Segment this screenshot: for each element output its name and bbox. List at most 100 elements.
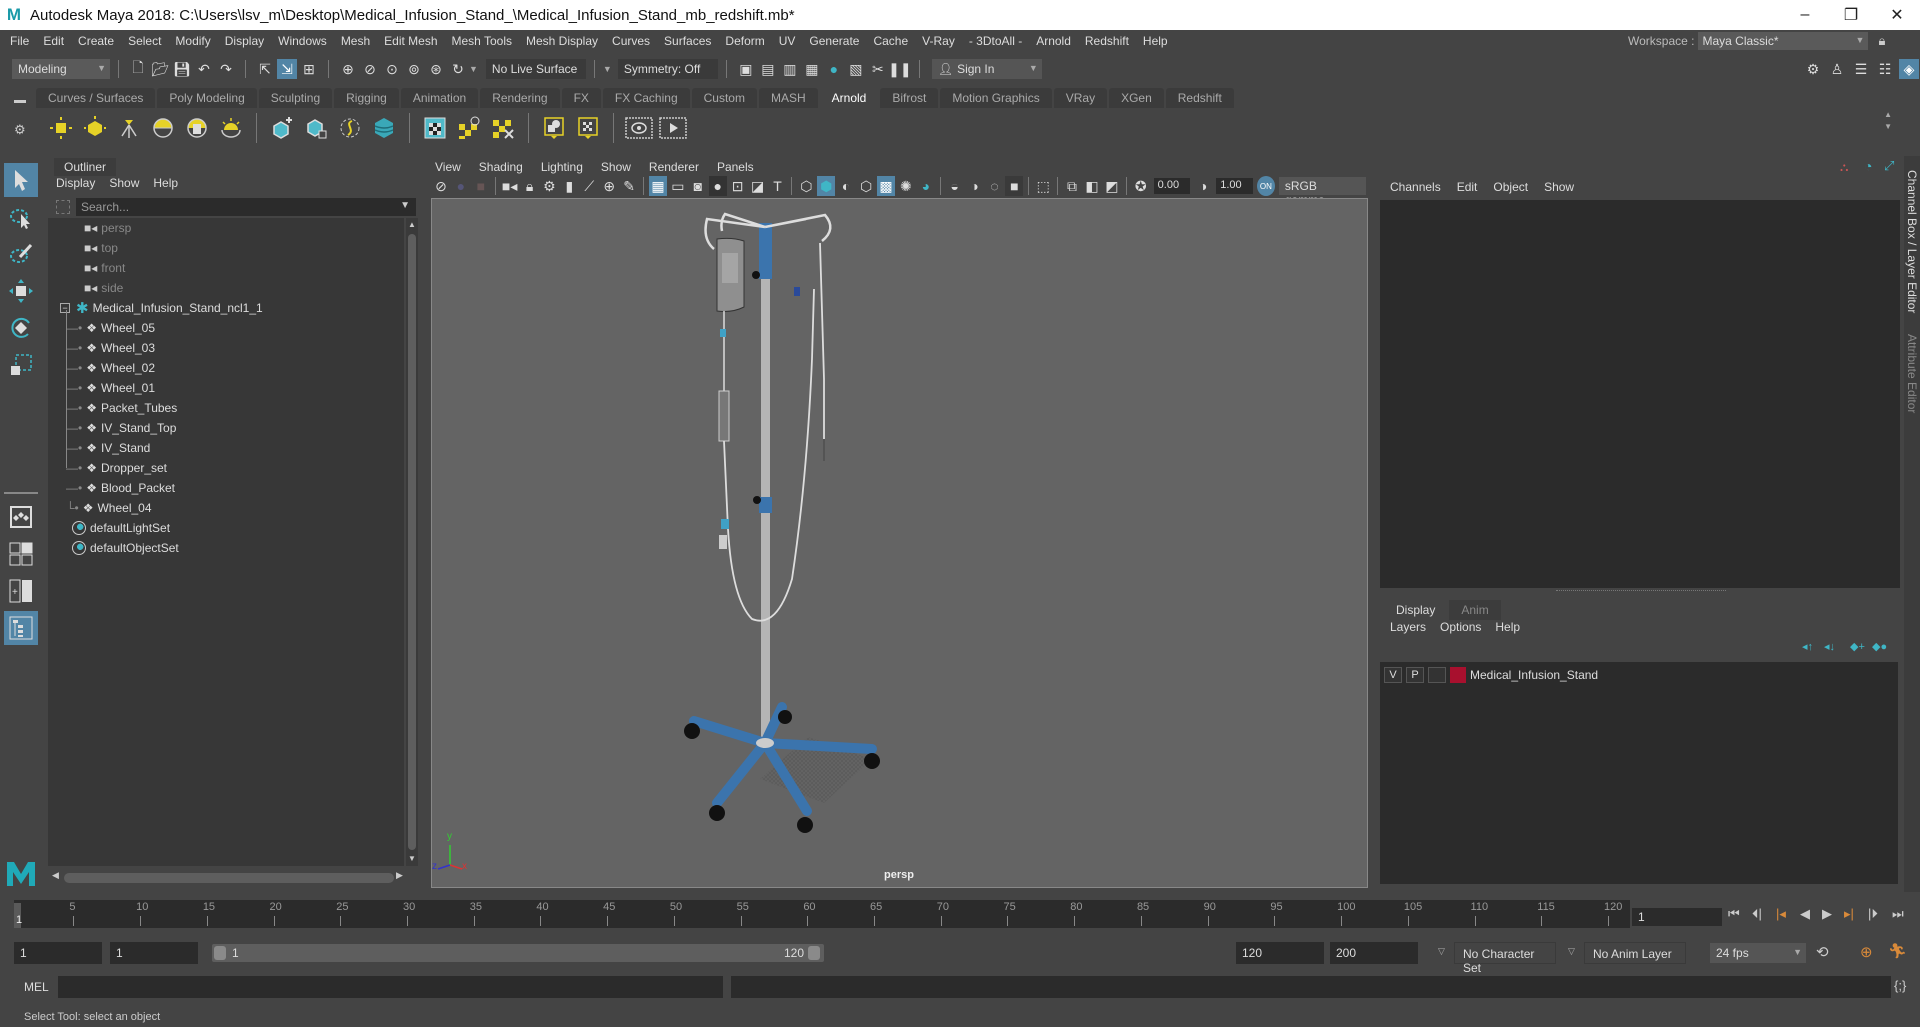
- range-end-handle[interactable]: [808, 946, 820, 960]
- play-backward-icon[interactable]: ◀: [1800, 906, 1810, 922]
- end-time-field[interactable]: 200: [1330, 942, 1418, 964]
- time-slider-track[interactable]: 1 5 10 15 20 25 30 35 40 45 50 55 60 65 70 75 80 85 90 95 1…: [14, 900, 1630, 928]
- shelf-tab-animation[interactable]: Animation: [400, 88, 479, 108]
- menu-generate[interactable]: Generate: [802, 34, 866, 48]
- undo-icon[interactable]: ↶: [194, 59, 214, 79]
- outliner-layout-icon[interactable]: [4, 611, 38, 645]
- viewport-menu-show[interactable]: Show: [601, 160, 631, 174]
- live-surface-field[interactable]: No Live Surface: [485, 59, 586, 79]
- shelf-tab-arnold[interactable]: Arnold: [819, 88, 879, 108]
- skydome-light-icon[interactable]: [149, 114, 177, 142]
- use-all-lights-icon[interactable]: ✺: [897, 176, 915, 196]
- attribute-editor-side-tab[interactable]: Attribute Editor: [1905, 334, 1919, 413]
- chevron-down-icon[interactable]: ▽: [1438, 946, 1445, 957]
- list-item[interactable]: —• ❖ Blood_Packet: [66, 478, 175, 498]
- list-item[interactable]: ■◂ top: [84, 238, 118, 258]
- edit-menu[interactable]: Edit: [1457, 180, 1478, 194]
- tab-display[interactable]: Display: [1384, 600, 1448, 620]
- layer-playback-toggle[interactable]: P: [1406, 667, 1424, 683]
- auto-key-icon[interactable]: ⊕: [1860, 943, 1873, 961]
- layer-row[interactable]: V P Medical_Infusion_Stand: [1384, 666, 1598, 684]
- move-tool[interactable]: [4, 274, 38, 308]
- scroll-right-icon[interactable]: ▶: [396, 870, 403, 881]
- texture-generate-icon[interactable]: [455, 114, 483, 142]
- resolution-gate-icon[interactable]: ◙: [689, 176, 707, 196]
- list-item[interactable]: └• ❖ Wheel_04: [66, 498, 152, 518]
- script-language-label[interactable]: MEL: [24, 980, 49, 994]
- shelf-tab-poly-modeling[interactable]: Poly Modeling: [157, 88, 257, 108]
- snap-view-plane-icon[interactable]: ⊚: [404, 59, 424, 79]
- select-hierarchy-icon[interactable]: ⇱: [255, 59, 275, 79]
- range-start-handle[interactable]: [214, 946, 226, 960]
- shelf-tab-fx[interactable]: FX: [561, 88, 601, 108]
- motion-blur-icon[interactable]: ◑: [966, 176, 984, 196]
- list-item-set[interactable]: defaultObjectSet: [72, 538, 179, 558]
- menu-mesh-tools[interactable]: Mesh Tools: [445, 34, 519, 48]
- shelf-scroll-down-icon[interactable]: ▼: [1884, 122, 1892, 131]
- outliner-tab[interactable]: Outliner: [54, 158, 117, 176]
- color-space-dropdown[interactable]: sRGB gamma: [1278, 177, 1367, 207]
- paint-select-tool[interactable]: [4, 237, 38, 271]
- shelf-tab-bifrost[interactable]: Bifrost: [880, 88, 939, 108]
- xray-icon[interactable]: ⧉: [1063, 176, 1081, 196]
- channel-box-side-tab[interactable]: Channel Box / Layer Editor: [1905, 170, 1919, 313]
- play-forward-icon[interactable]: ▶: [1822, 906, 1832, 922]
- layer-visibility-toggle[interactable]: V: [1384, 667, 1402, 683]
- image-plane-icon[interactable]: ⟋: [580, 176, 598, 196]
- menu-create[interactable]: Create: [71, 34, 121, 48]
- modeling-toolkit-icon[interactable]: ⚙: [1803, 59, 1823, 79]
- rotate-tool[interactable]: [4, 311, 38, 345]
- menu-modify[interactable]: Modify: [168, 34, 217, 48]
- lock-icon[interactable]: 🔒︎: [1878, 33, 1885, 49]
- chevron-down-icon[interactable]: ▼: [603, 64, 612, 74]
- outliner-menu-display[interactable]: Display: [56, 176, 95, 190]
- menu-redshift[interactable]: Redshift: [1078, 34, 1136, 48]
- shelf-tab-rigging[interactable]: Rigging: [334, 88, 399, 108]
- new-layer-from-selection-icon[interactable]: ◆●: [1872, 640, 1887, 653]
- wireframe-on-shaded-icon[interactable]: ⬡: [857, 176, 875, 196]
- bookmark-icon[interactable]: ■: [472, 176, 490, 196]
- viewport-menu-renderer[interactable]: Renderer: [649, 160, 699, 174]
- shelf-menu-icon[interactable]: [14, 100, 26, 103]
- export-standin-icon[interactable]: [302, 114, 330, 142]
- hypershade-icon[interactable]: ●: [824, 59, 844, 79]
- tool-settings-toggle-icon[interactable]: ⤢: [1884, 158, 1894, 174]
- move-layer-down-icon[interactable]: ◂↓: [1824, 640, 1835, 653]
- range-bar[interactable]: 1 120: [212, 944, 824, 962]
- chevron-down-icon[interactable]: ▽: [1568, 946, 1575, 957]
- redo-icon[interactable]: ↷: [216, 59, 236, 79]
- workspace-dropdown[interactable]: Maya Classic* ▼: [1698, 32, 1869, 50]
- curve-collector-icon[interactable]: [336, 114, 364, 142]
- photometric-light-icon[interactable]: [115, 114, 143, 142]
- field-chart-icon[interactable]: ⊡: [729, 176, 747, 196]
- menu-file[interactable]: File: [0, 34, 36, 48]
- gate-mask-icon[interactable]: ●: [708, 176, 727, 196]
- animation-preferences-icon[interactable]: 🏃︎: [1888, 942, 1907, 960]
- arnold-render-view-icon[interactable]: [625, 114, 653, 142]
- snap-live-icon[interactable]: ⊛: [426, 59, 446, 79]
- outliner-vertical-scrollbar[interactable]: ▲ ▼: [406, 218, 418, 866]
- move-layer-up-icon[interactable]: ◂↑: [1802, 640, 1813, 653]
- render-settings-icon[interactable]: ▣: [736, 59, 756, 79]
- go-to-start-icon[interactable]: ⏮: [1728, 906, 1740, 922]
- wireframe-icon[interactable]: ⬡: [797, 176, 815, 196]
- render-view-icon[interactable]: ▦: [802, 59, 822, 79]
- single-perspective-layout-icon[interactable]: [4, 500, 38, 534]
- select-component-icon[interactable]: ⊞: [299, 59, 319, 79]
- select-camera-icon[interactable]: ⊘: [432, 176, 450, 196]
- menu-arnold[interactable]: Arnold: [1029, 34, 1078, 48]
- safe-action-icon[interactable]: ◪: [749, 176, 767, 196]
- tab-anim[interactable]: Anim: [1449, 600, 1501, 620]
- list-item-group[interactable]: − ✱ Medical_Infusion_Stand_ncl1_1: [60, 298, 263, 318]
- channels-menu[interactable]: Channels: [1390, 180, 1441, 194]
- shelf-tab-vray[interactable]: VRay: [1053, 88, 1108, 108]
- default-material-icon[interactable]: ◐: [837, 176, 855, 196]
- chevron-down-icon[interactable]: ▼: [400, 200, 410, 211]
- texture-remove-icon[interactable]: [489, 114, 517, 142]
- snap-point-icon[interactable]: ⊙: [382, 59, 402, 79]
- shelf-settings-gear-icon[interactable]: ⚙: [14, 122, 26, 138]
- menu-help[interactable]: Help: [1136, 34, 1175, 48]
- maximize-button[interactable]: ❐: [1828, 0, 1874, 30]
- sun-light-icon[interactable]: [217, 114, 245, 142]
- layer-display-type-toggle[interactable]: [1428, 667, 1446, 683]
